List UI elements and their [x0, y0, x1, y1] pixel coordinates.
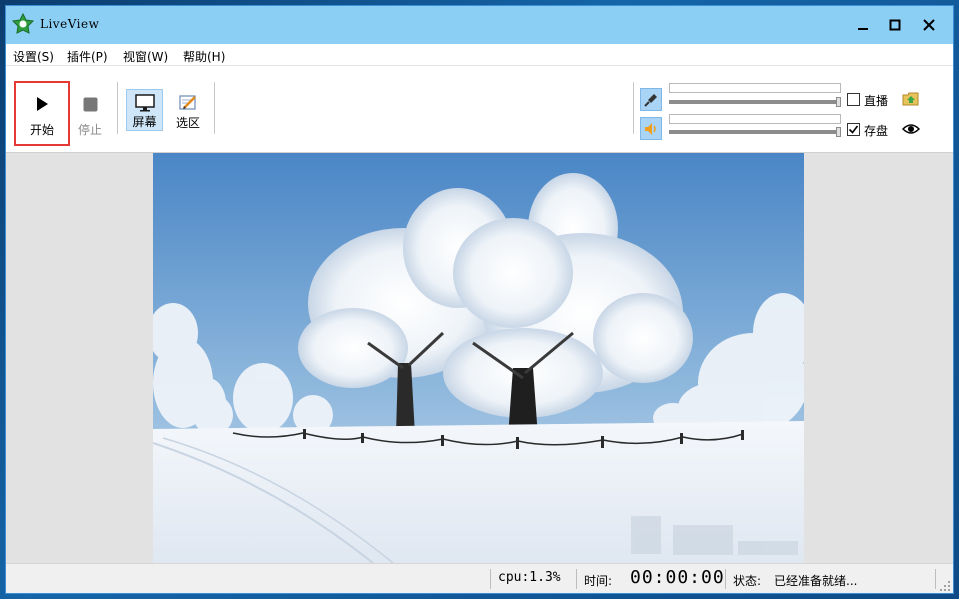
status-divider [576, 569, 577, 589]
stop-icon [83, 97, 97, 111]
time-value: 00:00:00 [630, 567, 725, 588]
window-title: LiveView [40, 17, 100, 31]
menu-help[interactable]: 帮助(H) [183, 48, 225, 65]
microphone-button[interactable] [640, 88, 662, 111]
menu-bar: 设置(S) 插件(P) 视窗(W) 帮助(H) [6, 44, 953, 66]
title-bar[interactable]: LiveView [6, 6, 953, 44]
checkmark-icon [848, 125, 859, 134]
status-message: 已经准备就绪... [774, 574, 858, 588]
microphone-volume-box [669, 83, 841, 93]
time-label: 时间: [584, 574, 613, 588]
status-divider [490, 569, 491, 589]
live-checkbox[interactable] [847, 93, 860, 106]
toolbar-divider [117, 82, 118, 134]
close-button[interactable] [908, 6, 950, 44]
microphone-slider-track [669, 100, 839, 104]
region-edit-icon [179, 94, 196, 110]
speaker-volume-slider[interactable] [669, 126, 841, 140]
stop-button[interactable]: 停止 [73, 83, 107, 143]
stop-label: 停止 [77, 123, 102, 137]
close-icon [923, 19, 935, 31]
eye-icon[interactable] [902, 123, 920, 135]
menu-view[interactable]: 视窗(W) [123, 48, 168, 65]
speaker-button[interactable] [640, 117, 662, 140]
screen-label: 屏幕 [132, 115, 157, 129]
status-bar: cpu:1.3% 时间: 00:00:00 状态: 已经准备就绪... [6, 563, 953, 593]
cpu-usage: cpu:1.3% [498, 570, 561, 585]
region-select-button[interactable]: 选区 [169, 89, 207, 131]
snow-landscape-image [153, 153, 804, 563]
microphone-volume-slider[interactable] [669, 96, 841, 110]
resize-grip-icon[interactable] [939, 580, 951, 592]
screen-capture-button[interactable]: 屏幕 [126, 89, 163, 131]
microphone-icon [644, 93, 657, 107]
region-label: 选区 [175, 116, 200, 130]
preview-area [6, 153, 953, 563]
toolbar-divider [633, 82, 634, 134]
speaker-slider-thumb[interactable] [836, 127, 841, 137]
folder-upload-icon[interactable] [902, 90, 920, 107]
live-label: 直播 [864, 94, 889, 108]
save-checkbox[interactable] [847, 123, 860, 136]
toolbar-divider [214, 82, 215, 134]
minimize-icon [858, 28, 868, 30]
speaker-icon [645, 122, 656, 135]
menu-settings[interactable]: 设置(S) [13, 48, 54, 65]
speaker-slider-track [669, 130, 839, 134]
monitor-icon [134, 93, 155, 111]
microphone-slider-thumb[interactable] [836, 97, 841, 107]
status-divider [725, 569, 726, 589]
status-divider [935, 569, 936, 589]
start-label: 开始 [29, 123, 54, 137]
play-icon [37, 97, 48, 111]
start-button[interactable]: 开始 [14, 81, 70, 146]
toolbar: 开始 停止 屏幕 选区 直播 存盘 [6, 66, 953, 153]
maximize-icon [889, 19, 901, 31]
app-window: LiveView 设置(S) 插件(P) 视窗(W) 帮助(H) 开始 停止 屏… [5, 5, 954, 594]
speaker-volume-box [669, 114, 841, 124]
status-label: 状态: [733, 574, 762, 588]
preview-image [153, 153, 804, 563]
app-logo-icon [12, 13, 34, 34]
menu-plugins[interactable]: 插件(P) [67, 48, 108, 65]
save-label: 存盘 [864, 124, 889, 138]
